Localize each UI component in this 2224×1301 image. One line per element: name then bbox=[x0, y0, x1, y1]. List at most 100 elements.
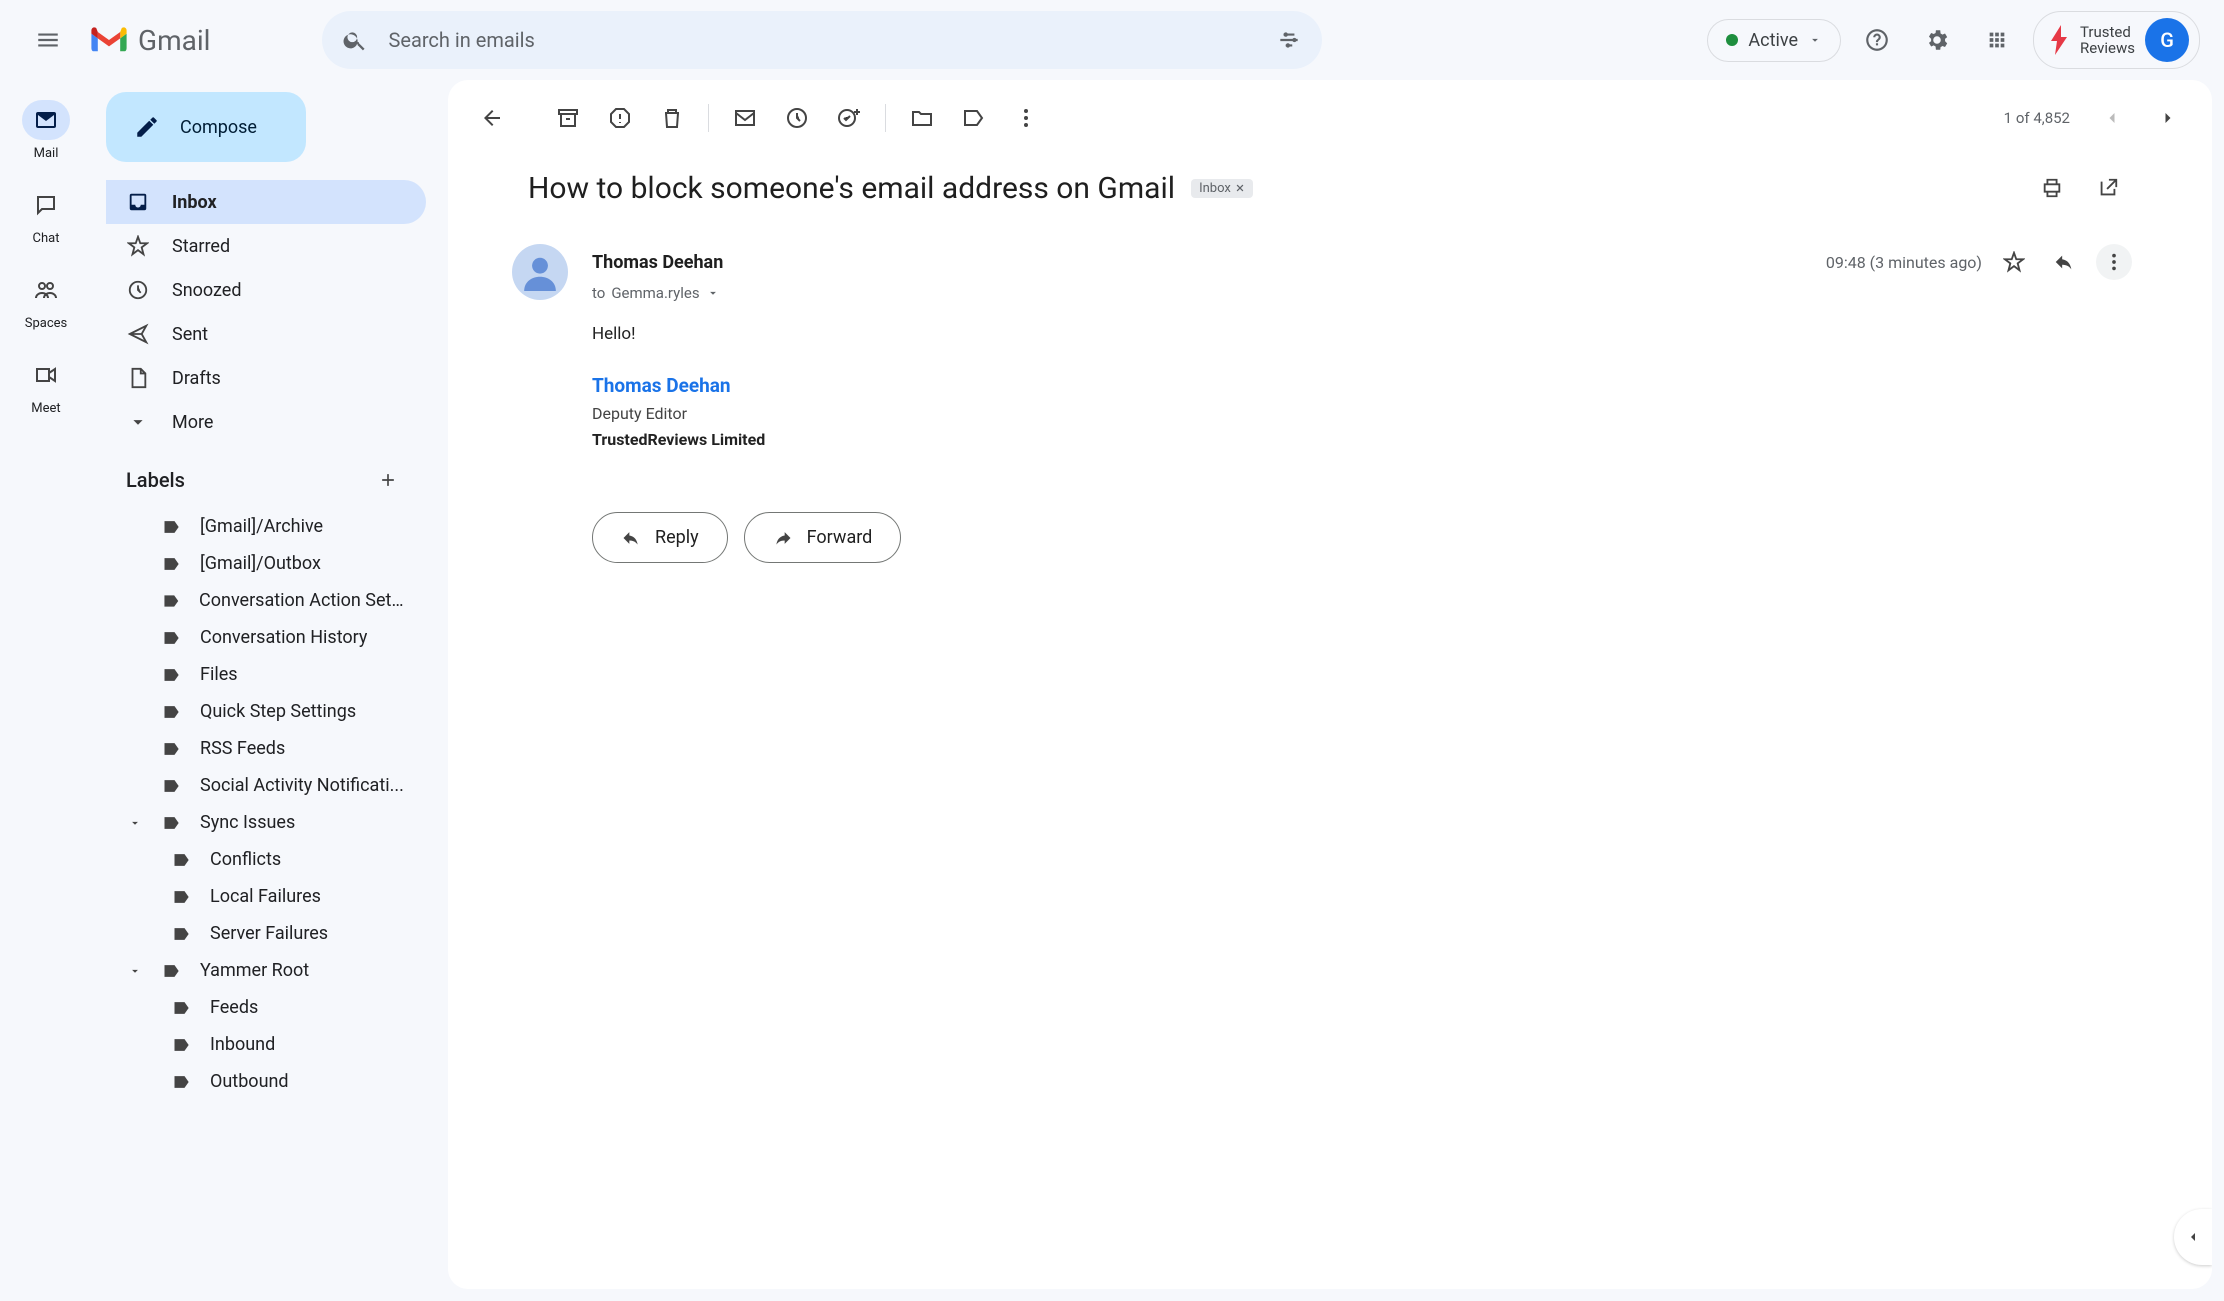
folder-move-icon bbox=[910, 106, 934, 130]
snooze-button[interactable] bbox=[773, 94, 821, 142]
next-button[interactable] bbox=[2144, 94, 2192, 142]
chevron-left-icon bbox=[2185, 1229, 2201, 1245]
spam-icon bbox=[608, 106, 632, 130]
plus-icon bbox=[378, 470, 398, 490]
add-label-button[interactable] bbox=[370, 462, 406, 498]
label-icon bbox=[162, 739, 182, 759]
sidebar: Compose Inbox Starred Snoozed Sent bbox=[92, 80, 448, 1301]
rail-label: Meet bbox=[31, 401, 60, 416]
label-item-child[interactable]: Server Failures bbox=[106, 915, 426, 952]
trash-icon bbox=[660, 106, 684, 130]
star-button[interactable] bbox=[1996, 244, 2032, 280]
nav-starred[interactable]: Starred bbox=[106, 224, 426, 268]
label-icon bbox=[162, 961, 182, 981]
search-options-icon[interactable] bbox=[1276, 27, 1302, 53]
nav-drafts[interactable]: Drafts bbox=[106, 356, 426, 400]
prev-button[interactable] bbox=[2088, 94, 2136, 142]
label-item[interactable]: Conversation History bbox=[106, 619, 426, 656]
archive-button[interactable] bbox=[544, 94, 592, 142]
forward-button[interactable]: Forward bbox=[744, 512, 902, 563]
nav-label: Starred bbox=[172, 236, 230, 257]
label-item[interactable]: Social Activity Notificati... bbox=[106, 767, 426, 804]
apps-button[interactable] bbox=[1973, 16, 2021, 64]
label-icon bbox=[172, 1072, 192, 1092]
add-task-button[interactable] bbox=[825, 94, 873, 142]
more-button[interactable] bbox=[1002, 94, 1050, 142]
mail-icon bbox=[733, 106, 757, 130]
rail-item-meet[interactable]: Meet bbox=[22, 355, 70, 416]
delete-button[interactable] bbox=[648, 94, 696, 142]
move-to-button[interactable] bbox=[898, 94, 946, 142]
search-bar[interactable] bbox=[322, 11, 1322, 69]
label-item-expandable[interactable]: Sync Issues bbox=[106, 804, 426, 841]
support-button[interactable] bbox=[1853, 16, 1901, 64]
header-right: Active Trusted Reviews G bbox=[1707, 11, 2200, 69]
reply-button[interactable]: Reply bbox=[592, 512, 728, 563]
label-item-child[interactable]: Feeds bbox=[106, 989, 426, 1026]
reply-icon bbox=[621, 528, 641, 548]
category-chip[interactable]: Inbox bbox=[1191, 179, 1253, 198]
back-button[interactable] bbox=[468, 94, 516, 142]
app-rail: Mail Chat Spaces Meet bbox=[0, 80, 92, 1301]
message-header: Thomas Deehan 09:48 (3 minutes ago) bbox=[592, 244, 2132, 280]
label-icon bbox=[162, 554, 182, 574]
labels-button[interactable] bbox=[950, 94, 998, 142]
reply-icon-button[interactable] bbox=[2046, 244, 2082, 280]
chevron-down-icon bbox=[1808, 33, 1822, 47]
label-item[interactable]: Conversation Action Sett... bbox=[106, 582, 426, 619]
label-item-child[interactable]: Inbound bbox=[106, 1026, 426, 1063]
label-item[interactable]: [Gmail]/Outbox bbox=[106, 545, 426, 582]
chevron-down-icon bbox=[128, 816, 142, 830]
mark-unread-button[interactable] bbox=[721, 94, 769, 142]
chevron-down-icon bbox=[706, 286, 720, 300]
main-menu-button[interactable] bbox=[24, 16, 72, 64]
help-icon bbox=[1864, 27, 1890, 53]
rail-item-mail[interactable]: Mail bbox=[22, 100, 70, 161]
rail-item-chat[interactable]: Chat bbox=[22, 185, 70, 246]
spam-button[interactable] bbox=[596, 94, 644, 142]
add-task-icon bbox=[837, 106, 861, 130]
search-input[interactable] bbox=[388, 28, 1256, 52]
compose-button[interactable]: Compose bbox=[106, 92, 306, 162]
more-vert-icon bbox=[1014, 106, 1038, 130]
recipient-line[interactable]: to Gemma.ryles bbox=[592, 284, 2132, 302]
star-outline-icon bbox=[2003, 251, 2025, 273]
gmail-logo[interactable]: Gmail bbox=[88, 24, 210, 57]
sender-avatar[interactable] bbox=[512, 244, 568, 300]
inbox-icon bbox=[127, 191, 149, 213]
meet-icon bbox=[34, 363, 58, 387]
label-item[interactable]: RSS Feeds bbox=[106, 730, 426, 767]
label-icon bbox=[172, 924, 192, 944]
label-icon bbox=[162, 665, 182, 685]
forward-icon bbox=[773, 528, 793, 548]
apps-grid-icon bbox=[1986, 29, 2008, 51]
nav-sent[interactable]: Sent bbox=[106, 312, 426, 356]
rail-item-spaces[interactable]: Spaces bbox=[22, 270, 70, 331]
label-icon bbox=[162, 591, 181, 611]
settings-button[interactable] bbox=[1913, 16, 1961, 64]
more-vert-icon bbox=[2103, 251, 2125, 273]
label-item[interactable]: Files bbox=[106, 656, 426, 693]
label-item-child[interactable]: Outbound bbox=[106, 1063, 426, 1100]
nav-more[interactable]: More bbox=[106, 400, 426, 444]
message-more-button[interactable] bbox=[2096, 244, 2132, 280]
label-item[interactable]: Quick Step Settings bbox=[106, 693, 426, 730]
popout-button[interactable] bbox=[2084, 164, 2132, 212]
label-icon bbox=[172, 887, 192, 907]
org-chip[interactable]: Trusted Reviews G bbox=[2033, 11, 2200, 69]
nav-inbox[interactable]: Inbox bbox=[106, 180, 426, 224]
label-item-expandable[interactable]: Yammer Root bbox=[106, 952, 426, 989]
label-icon bbox=[162, 517, 182, 537]
side-panel-toggle[interactable] bbox=[2174, 1209, 2212, 1265]
draft-icon bbox=[127, 367, 149, 389]
status-chip[interactable]: Active bbox=[1707, 19, 1841, 62]
email-subject: How to block someone's email address on … bbox=[528, 171, 1175, 206]
nav-snoozed[interactable]: Snoozed bbox=[106, 268, 426, 312]
open-new-icon bbox=[2097, 177, 2119, 199]
chevron-left-icon bbox=[2102, 108, 2122, 128]
label-item-child[interactable]: Conflicts bbox=[106, 841, 426, 878]
label-item[interactable]: [Gmail]/Archive bbox=[106, 508, 426, 545]
label-item-child[interactable]: Local Failures bbox=[106, 878, 426, 915]
print-button[interactable] bbox=[2028, 164, 2076, 212]
account-avatar[interactable]: G bbox=[2145, 18, 2189, 62]
